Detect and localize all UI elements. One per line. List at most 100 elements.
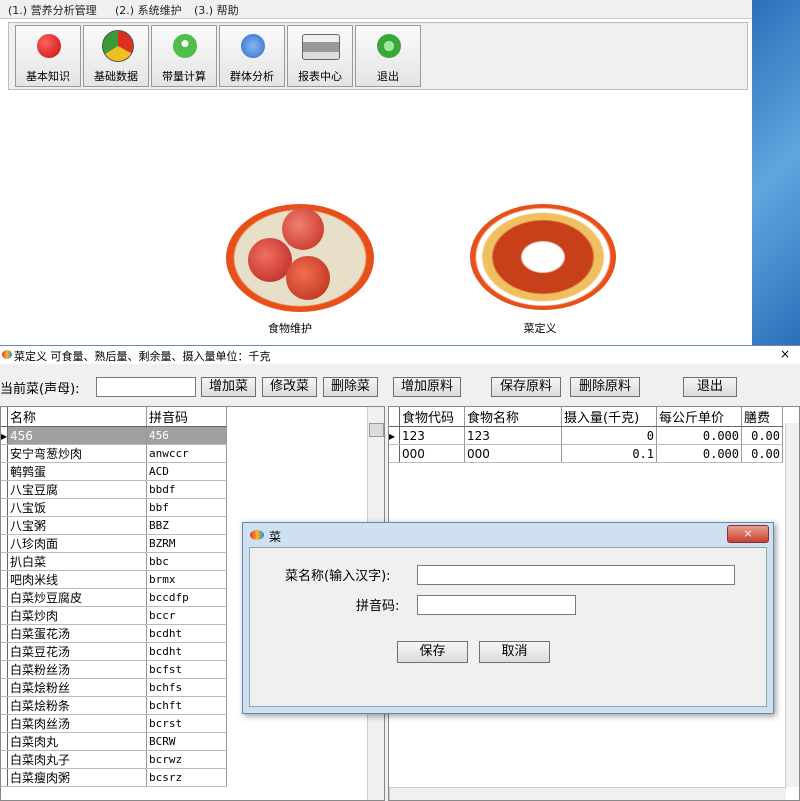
food-name-cell[interactable]: 000 xyxy=(464,444,562,463)
dish-pinyin-cell[interactable]: BZRM xyxy=(146,534,228,553)
current-dish-input[interactable] xyxy=(96,377,196,397)
dish-pinyin-cell[interactable]: anwccr xyxy=(146,444,228,463)
food-code-cell[interactable]: 123 xyxy=(399,426,465,445)
column-header-food-name[interactable]: 食物名称 xyxy=(464,407,562,427)
edit-dish-button[interactable]: 修改菜 xyxy=(262,377,317,397)
report-center-button[interactable]: 报表中心 xyxy=(287,25,353,87)
dish-pinyin-cell[interactable]: bbdf xyxy=(146,480,228,499)
table-row[interactable]: 白菜肉丸子 bcrwz xyxy=(1,750,228,769)
dish-name-cell[interactable]: 吧肉米线 xyxy=(7,570,148,589)
delete-dish-button[interactable]: 删除菜 xyxy=(323,377,378,397)
table-row[interactable]: 鹌鹑蛋 ACD xyxy=(1,462,228,481)
menu-item-nutrition[interactable]: (1.) 营养分析管理 xyxy=(8,2,97,18)
dish-name-cell[interactable]: 白菜肉丝汤 xyxy=(7,714,148,733)
dish-pinyin-cell[interactable]: bcrst xyxy=(146,714,228,733)
dish-name-cell[interactable]: 白菜炒肉 xyxy=(7,606,148,625)
dish-name-input[interactable] xyxy=(417,565,735,585)
ingredient-grid-scrollbar[interactable] xyxy=(785,423,799,787)
column-header-intake[interactable]: 摄入量(千克) xyxy=(561,407,657,427)
menu-item-help[interactable]: (3.) 帮助 xyxy=(194,2,239,18)
unit-price-cell[interactable]: 0.000 xyxy=(656,444,742,463)
dish-name-cell[interactable]: 白菜肉丸 xyxy=(7,732,148,751)
dish-name-cell[interactable]: 八宝豆腐 xyxy=(7,480,148,499)
dish-pinyin-cell[interactable]: bcdht xyxy=(146,642,228,661)
dish-pinyin-cell[interactable]: bcfst xyxy=(146,660,228,679)
column-header-name[interactable]: 名称 xyxy=(7,407,148,427)
menu-item-system[interactable]: (2.) 系统维护 xyxy=(115,2,182,18)
quantity-calc-button[interactable]: 带量计算 xyxy=(151,25,217,87)
dish-pinyin-cell[interactable]: bccr xyxy=(146,606,228,625)
food-code-cell[interactable]: 000 xyxy=(399,444,465,463)
table-row[interactable]: 八珍肉面 BZRM xyxy=(1,534,228,553)
dish-name-cell[interactable]: 白菜炒豆腐皮 xyxy=(7,588,148,607)
dish-pinyin-cell[interactable]: brmx xyxy=(146,570,228,589)
intake-cell[interactable]: 0.1 xyxy=(561,444,657,463)
meal-fee-cell[interactable]: 0.00 xyxy=(741,426,783,445)
table-row[interactable]: 白菜粉丝汤 bcfst xyxy=(1,660,228,679)
meal-fee-cell[interactable]: 0.00 xyxy=(741,444,783,463)
column-header-food-code[interactable]: 食物代码 xyxy=(399,407,465,427)
column-header-pinyin[interactable]: 拼音码 xyxy=(146,407,228,427)
save-button[interactable]: 保存 xyxy=(397,641,468,663)
dish-pinyin-cell[interactable]: BBZ xyxy=(146,516,228,535)
column-header-unit-price[interactable]: 每公斤单价 xyxy=(656,407,742,427)
dish-name-cell[interactable]: 八宝粥 xyxy=(7,516,148,535)
table-row[interactable]: 白菜蛋花汤 bcdht xyxy=(1,624,228,643)
table-row[interactable]: 白菜豆花汤 bcdht xyxy=(1,642,228,661)
dish-name-cell[interactable]: 白菜烩粉条 xyxy=(7,696,148,715)
basic-data-button[interactable]: 基础数据 xyxy=(83,25,149,87)
dish-definition-tile[interactable] xyxy=(470,204,616,310)
intake-cell[interactable]: 0 xyxy=(561,426,657,445)
dish-name-cell[interactable]: 八宝饭 xyxy=(7,498,148,517)
add-dish-button[interactable]: 增加菜 xyxy=(201,377,256,397)
table-row[interactable]: 八宝粥 BBZ xyxy=(1,516,228,535)
table-row[interactable]: 白菜炒豆腐皮 bccdfp xyxy=(1,588,228,607)
dish-name-cell[interactable]: 鹌鹑蛋 xyxy=(7,462,148,481)
group-analysis-button[interactable]: 群体分析 xyxy=(219,25,285,87)
dish-pinyin-cell[interactable]: BCRW xyxy=(146,732,228,751)
dish-pinyin-cell[interactable]: bbf xyxy=(146,498,228,517)
dish-pinyin-cell[interactable]: 456 xyxy=(146,426,228,445)
table-row[interactable]: 白菜烩粉丝 bchfs xyxy=(1,678,228,697)
dish-name-cell[interactable]: 白菜烩粉丝 xyxy=(7,678,148,697)
dish-pinyin-cell[interactable]: bcsrz xyxy=(146,768,228,787)
table-row[interactable]: 八宝豆腐 bbdf xyxy=(1,480,228,499)
table-row[interactable]: 吧肉米线 brmx xyxy=(1,570,228,589)
dish-pinyin-cell[interactable]: bccdfp xyxy=(146,588,228,607)
food-name-cell[interactable]: 123 xyxy=(464,426,562,445)
dish-pinyin-cell[interactable]: bcrwz xyxy=(146,750,228,769)
table-row[interactable]: ▸ 456 456 xyxy=(1,426,228,445)
save-ingredient-button[interactable]: 保存原料 xyxy=(491,377,561,397)
pinyin-input[interactable] xyxy=(417,595,576,615)
dish-name-cell[interactable]: 扒白菜 xyxy=(7,552,148,571)
dish-name-cell[interactable]: 八珍肉面 xyxy=(7,534,148,553)
table-row[interactable]: 白菜烩粉条 bchft xyxy=(1,696,228,715)
column-header-meal-fee[interactable]: 膳费 xyxy=(741,407,783,427)
cancel-button[interactable]: 取消 xyxy=(479,641,550,663)
dish-name-cell[interactable]: 白菜豆花汤 xyxy=(7,642,148,661)
dish-name-cell[interactable]: 白菜肉丸子 xyxy=(7,750,148,769)
dish-dialog-close-button[interactable]: × xyxy=(727,525,769,543)
dish-name-cell[interactable]: 白菜瘦肉粥 xyxy=(7,768,148,787)
table-row[interactable]: 白菜炒肉 bccr xyxy=(1,606,228,625)
table-row[interactable]: ▸ 123 123 0 0.000 0.00 xyxy=(389,426,783,445)
ingredient-grid-hscrollbar[interactable] xyxy=(389,787,786,800)
scrollbar-thumb[interactable] xyxy=(369,423,384,437)
table-row[interactable]: 白菜肉丝汤 bcrst xyxy=(1,714,228,733)
unit-price-cell[interactable]: 0.000 xyxy=(656,426,742,445)
dish-pinyin-cell[interactable]: bcdht xyxy=(146,624,228,643)
dish-pinyin-cell[interactable]: bchfs xyxy=(146,678,228,697)
dish-name-cell[interactable]: 安宁弯葱炒肉 xyxy=(7,444,148,463)
dish-name-cell[interactable]: 白菜蛋花汤 xyxy=(7,624,148,643)
table-row[interactable]: 白菜肉丸 BCRW xyxy=(1,732,228,751)
dish-name-cell[interactable]: 456 xyxy=(7,426,148,445)
table-row[interactable]: 白菜瘦肉粥 bcsrz xyxy=(1,768,228,787)
basic-knowledge-button[interactable]: 基本知识 xyxy=(15,25,81,87)
exit-button[interactable]: 退出 xyxy=(355,25,421,87)
dish-pinyin-cell[interactable]: bchft xyxy=(146,696,228,715)
dish-pinyin-cell[interactable]: bbc xyxy=(146,552,228,571)
food-maintenance-tile[interactable] xyxy=(226,204,374,312)
exit-dish-window-button[interactable]: 退出 xyxy=(683,377,737,397)
table-row[interactable]: 扒白菜 bbc xyxy=(1,552,228,571)
table-row[interactable]: 安宁弯葱炒肉 anwccr xyxy=(1,444,228,463)
